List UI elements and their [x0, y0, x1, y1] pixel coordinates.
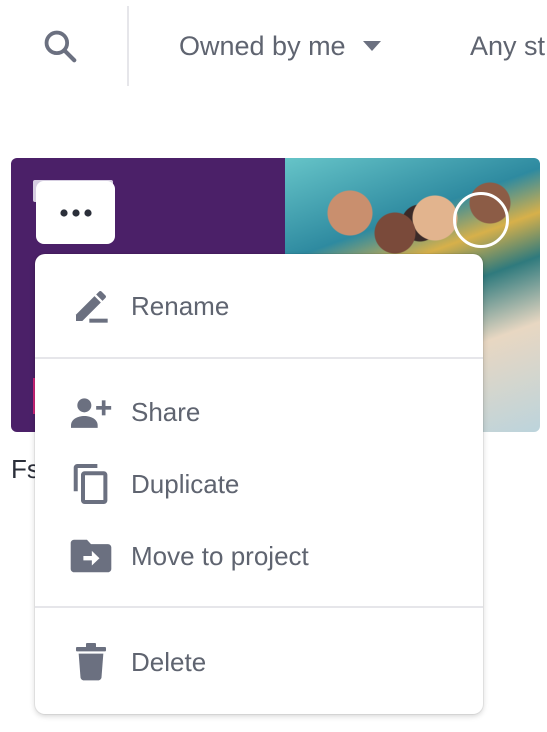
pencil-icon — [67, 282, 115, 330]
menu-item-label: Move to project — [131, 540, 309, 571]
menu-item-label: Share — [131, 396, 201, 427]
toolbar-divider — [127, 6, 129, 86]
owner-filter-label: Owned by me — [179, 30, 346, 61]
menu-item-rename[interactable]: Rename — [35, 274, 483, 338]
move-to-folder-icon — [67, 532, 115, 580]
status-filter-label: Any st — [470, 30, 546, 61]
owner-filter-dropdown[interactable]: Owned by me — [179, 28, 382, 64]
chevron-down-icon — [362, 41, 381, 51]
menu-divider — [35, 606, 483, 608]
more-dots-icon — [59, 208, 92, 217]
select-checkbox[interactable] — [453, 192, 509, 248]
trash-icon — [67, 638, 115, 686]
menu-item-label: Rename — [131, 290, 230, 321]
context-menu: Rename Share Duplicate Move to project D… — [35, 254, 483, 714]
menu-divider — [35, 357, 483, 359]
menu-item-label: Duplicate — [131, 468, 240, 499]
menu-item-duplicate[interactable]: Duplicate — [35, 452, 483, 516]
menu-item-move-to-project[interactable]: Move to project — [35, 524, 483, 588]
copy-icon — [67, 460, 115, 508]
status-filter-dropdown[interactable]: Any st — [470, 28, 545, 64]
more-options-button[interactable] — [36, 181, 115, 244]
add-person-icon — [67, 388, 115, 436]
search-icon — [44, 30, 77, 63]
menu-item-label: Delete — [131, 646, 207, 677]
menu-item-share[interactable]: Share — [35, 380, 483, 444]
menu-item-delete[interactable]: Delete — [35, 630, 483, 694]
page-root: Owned by me Any st Fs Rename Share Dupli… — [0, 0, 547, 732]
search-button[interactable] — [40, 26, 80, 66]
